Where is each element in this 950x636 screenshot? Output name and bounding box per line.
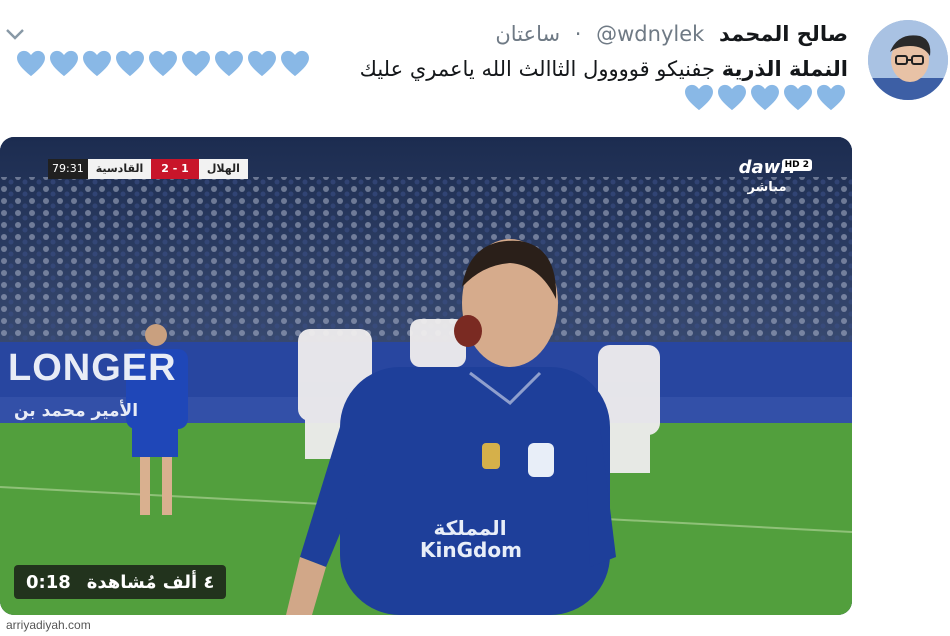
heart-emoji-icon — [248, 50, 276, 77]
chevron-down-icon[interactable] — [4, 26, 26, 42]
live-label: مباشر — [747, 180, 787, 195]
source-credit: arriyadiyah.com — [6, 618, 91, 632]
heart-emoji-icon — [817, 84, 845, 111]
banner-text: LONGER — [8, 347, 177, 389]
video-stats-badge: 0:18 ٤ ألف مُشاهدة — [14, 565, 227, 599]
jersey-sponsor-text: المملكة KinGdom — [420, 516, 522, 562]
video-player[interactable]: 79:31 القادسية 2 - 1 الهلال HD 2 dawri م… — [0, 137, 852, 615]
heart-emoji-icon — [116, 50, 144, 77]
heart-emoji-icon — [281, 50, 309, 77]
tweet-text-bold: النملة الذرية — [721, 57, 848, 81]
stadium-banner: LONGER — [8, 347, 177, 390]
heart-emoji-icon — [50, 50, 78, 77]
heart-emoji-icon — [182, 50, 210, 77]
channel-hd-badge: HD 2 — [781, 159, 812, 171]
heart-emoji-icon — [215, 50, 243, 77]
stadium-banner-arabic: الأمير محمد بن — [14, 401, 138, 421]
match-clock: 79:31 — [48, 159, 88, 179]
heart-emoji-icon — [751, 84, 779, 111]
channel-logo: HD 2 dawri مباشر — [722, 157, 812, 195]
avatar[interactable] — [868, 20, 948, 100]
match-score: 2 - 1 — [151, 159, 199, 179]
separator-dot: · — [574, 22, 582, 46]
heart-emoji-icon — [784, 84, 812, 111]
heart-row-2 — [684, 84, 846, 112]
heart-emoji-icon — [718, 84, 746, 111]
away-team: القادسية — [87, 159, 152, 179]
user-handle[interactable]: @wdnylek — [596, 22, 704, 46]
display-name[interactable]: صالح المحمد — [719, 22, 848, 46]
avatar-image — [868, 20, 948, 100]
tweet-text-rest: جفنيكو قوووول الثاالث الله ياعمري عليك — [359, 57, 722, 81]
heart-emoji-icon — [83, 50, 111, 77]
tweet-card: صالح المحمد @wdnylek · ساعتان النملة الذ… — [0, 0, 950, 636]
banner-arabic-text: الأمير محمد بن — [14, 401, 139, 421]
heart-emoji-icon — [149, 50, 177, 77]
scoreboard: 79:31 القادسية 2 - 1 الهلال — [48, 159, 248, 179]
home-team: الهلال — [198, 159, 248, 179]
video-duration: 0:18 — [26, 571, 71, 593]
tweet-time[interactable]: ساعتان — [495, 22, 560, 46]
video-views: ٤ ألف مُشاهدة — [86, 571, 215, 593]
heart-emoji-icon — [17, 50, 45, 77]
tweet-header: صالح المحمد @wdnylek · ساعتان — [495, 14, 848, 54]
heart-row-1 — [16, 50, 310, 78]
jersey-sponsor: المملكة KinGdom — [420, 516, 522, 562]
heart-emoji-icon — [685, 84, 713, 111]
tweet-text: النملة الذرية جفنيكو قوووول الثاالث الله… — [360, 52, 848, 86]
